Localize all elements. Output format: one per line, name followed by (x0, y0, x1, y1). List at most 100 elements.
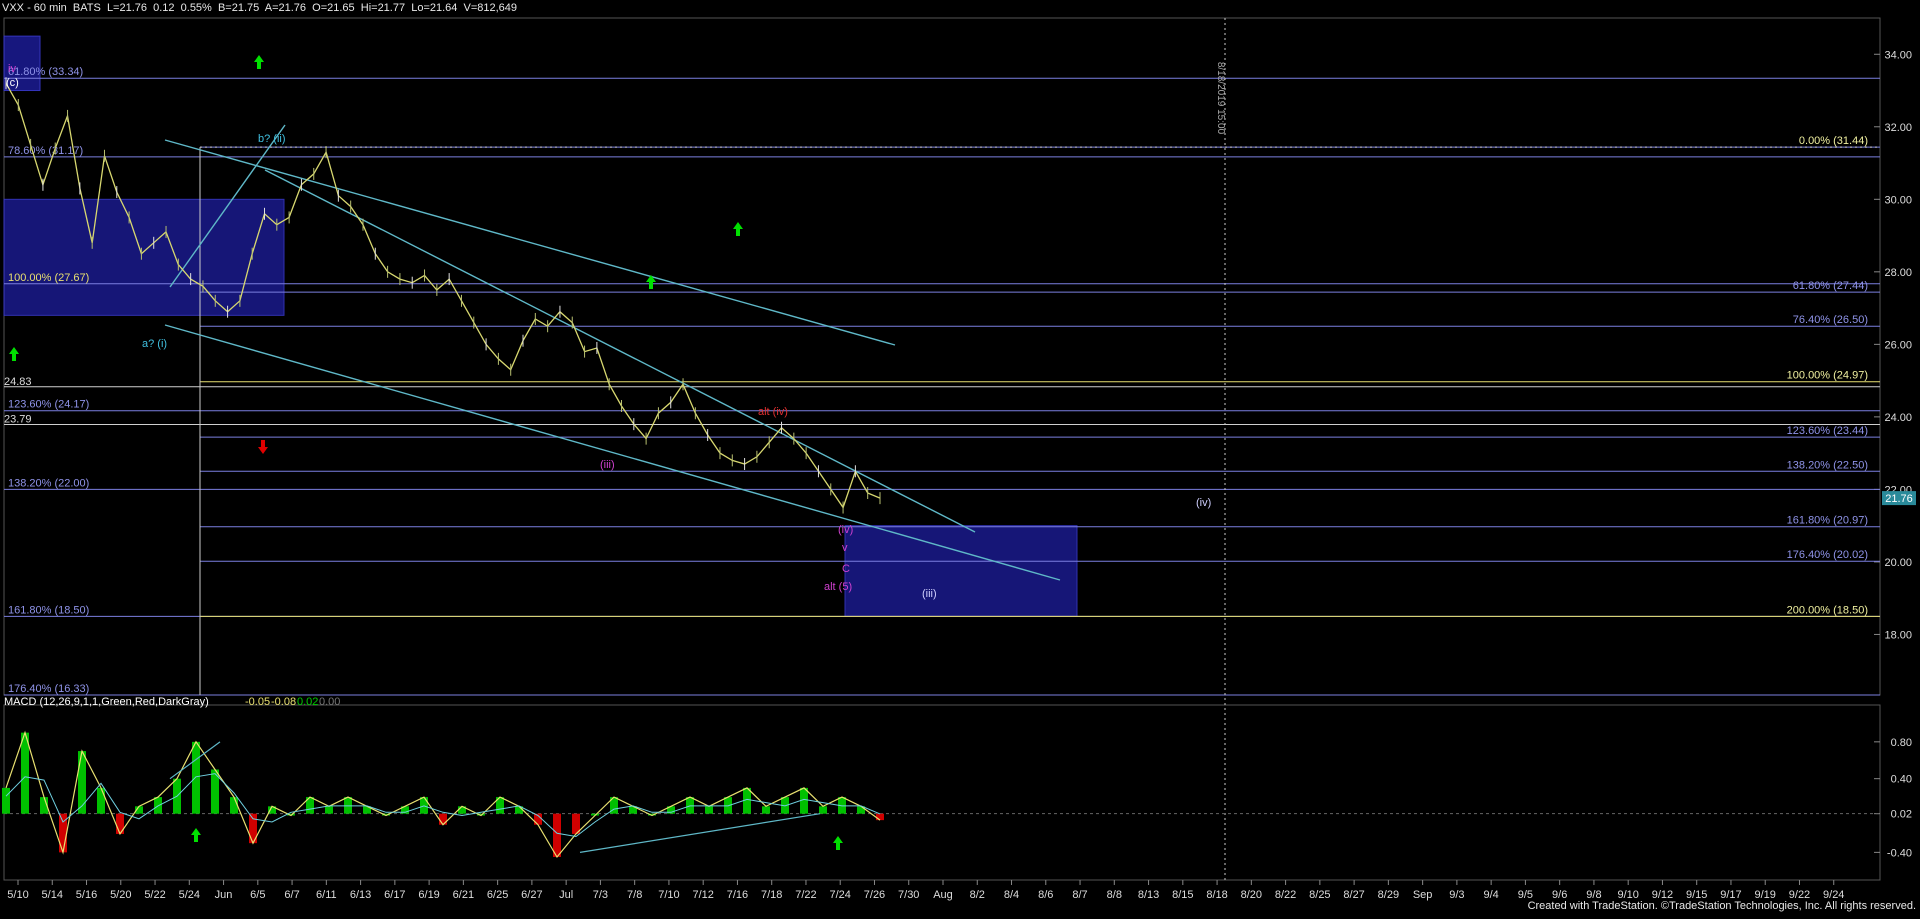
wave-label: iv (8, 63, 16, 75)
down-arrow-icon (258, 440, 268, 454)
fib-label-left: 78.60% (31.17) (8, 145, 83, 157)
fib-label-left: 138.20% (22.00) (8, 477, 89, 489)
wave-label: (c) (6, 77, 19, 89)
wave-label: alt (iv) (758, 406, 788, 418)
fib-label-right: 161.80% (20.97) (1787, 515, 1868, 527)
y-tick-label: 30.00 (1884, 194, 1912, 206)
y-tick-label: 18.00 (1884, 629, 1912, 641)
x-tick-label: 7/12 (692, 889, 713, 901)
x-tick-label: 8/20 (1241, 889, 1262, 901)
x-tick-label: 6/5 (250, 889, 265, 901)
x-tick-label: 8/6 (1038, 889, 1053, 901)
up-arrow-icon (733, 222, 743, 236)
x-tick-label: Jun (215, 889, 233, 901)
wave-label: (iv) (1196, 497, 1211, 509)
chart-area: 5/10 5/14 5/16 5/20 5/22 5/24 Jun 6/5 6/7 6/11 6/1… (0, 0, 1920, 914)
up-arrow-icon (191, 828, 201, 842)
x-tick-label: 6/11 (316, 889, 337, 901)
wave-label: v (842, 542, 848, 554)
footer-credit: Created with TradeStation. ©TradeStation… (1527, 900, 1916, 912)
up-arrow-icon (254, 55, 264, 69)
x-tick-label: 7/26 (864, 889, 885, 901)
x-tick-label: 5/14 (42, 889, 63, 901)
fib-label-right: 200.00% (18.50) (1787, 604, 1868, 616)
x-tick-label: 8/25 (1309, 889, 1330, 901)
x-tick-label: 8/18 (1206, 889, 1227, 901)
macd-histogram-bar (876, 813, 884, 821)
x-tick-label: 5/22 (144, 889, 165, 901)
x-tick-label: 7/3 (593, 889, 608, 901)
x-tick-label: 8/22 (1275, 889, 1296, 901)
x-tick-label: 7/30 (898, 889, 919, 901)
fib-label-left: 176.40% (16.33) (8, 683, 89, 695)
wave-label: (iv) (838, 524, 853, 536)
x-tick-label: 5/20 (110, 889, 131, 901)
y-tick-label: 26.00 (1884, 339, 1912, 351)
macd-histogram-bar (116, 813, 124, 834)
x-tick-label: 7/24 (830, 889, 851, 901)
target-zone-left (3, 198, 285, 316)
y-tick-label: 24.00 (1884, 412, 1912, 424)
macd-y-tick-label: 0.02 (1891, 809, 1912, 821)
fib-label-right: 176.40% (20.02) (1787, 549, 1868, 561)
macd-value-1: -0.05 (245, 696, 270, 708)
x-tick-label: 5/16 (76, 889, 97, 901)
x-tick-label: 7/10 (658, 889, 679, 901)
x-tick-label: 8/7 (1072, 889, 1087, 901)
macd-title: MACD (12,26,9,1,1,Green,Red,DarkGray) (4, 696, 209, 708)
vertical-marker-label: 8/18/2019 15:00 (1215, 62, 1226, 135)
wave-label: b? (ii) (258, 133, 286, 145)
x-tick-label: Jul (559, 889, 573, 901)
x-tick-label: 9/4 (1483, 889, 1498, 901)
x-tick-label: 8/2 (970, 889, 985, 901)
last-price-label: 21.76 (1885, 493, 1913, 505)
macd-histogram-bar (553, 813, 561, 857)
macd-histogram-bar (192, 741, 200, 814)
macd-y-tick-label: 0.40 (1891, 774, 1912, 786)
x-tick-label: 6/19 (418, 889, 439, 901)
wave-label: a? (i) (142, 338, 167, 350)
x-tick-label: 6/7 (284, 889, 299, 901)
x-tick-label: 6/27 (521, 889, 542, 901)
x-tick-label: 6/25 (487, 889, 508, 901)
wave-label: C (842, 563, 850, 575)
macd-histogram-bar (762, 806, 770, 814)
macd-trend-line (579, 813, 821, 853)
y-tick-label: 28.00 (1884, 267, 1912, 279)
y-tick-label: 34.00 (1884, 49, 1912, 61)
wave-label: (iii) (922, 588, 937, 600)
x-tick-label: 7/22 (795, 889, 816, 901)
fib-label-left: 123.60% (24.17) (8, 399, 89, 411)
x-tick-label: 8/15 (1172, 889, 1193, 901)
macd-panel-frame (3, 704, 1881, 881)
x-tick-label: Sep (1413, 889, 1433, 901)
x-tick-label: 8/8 (1107, 889, 1122, 901)
up-arrow-icon (833, 836, 843, 850)
macd-histogram-bar (78, 751, 86, 814)
x-tick-label: Aug (933, 889, 953, 901)
macd-value-4: 0.00 (319, 696, 340, 708)
x-tick-label: 8/4 (1004, 889, 1019, 901)
up-arrow-icon (9, 347, 19, 361)
macd-histogram-bar (2, 787, 10, 814)
x-tick-label: 6/13 (350, 889, 371, 901)
macd-value-3: 0.02 (297, 696, 318, 708)
macd-histogram-bar (705, 806, 713, 814)
y-tick-label: 32.00 (1884, 122, 1912, 134)
macd-value-2: -0.08 (271, 696, 296, 708)
level-label: 24.83 (4, 376, 32, 388)
fib-label-left: 61.80% (33.34) (8, 66, 83, 78)
macd-histogram-bar (819, 806, 827, 814)
fib-label-right: 0.00% (31.44) (1799, 135, 1868, 147)
x-tick-label: 5/10 (7, 889, 28, 901)
chart-svg: 5/10 5/14 5/16 5/20 5/22 5/24 Jun 6/5 6/7 6/11 6/1… (2, 17, 1916, 901)
x-tick-label: 7/18 (761, 889, 782, 901)
x-tick-label: 8/27 (1343, 889, 1364, 901)
macd-histogram-bar (344, 797, 352, 814)
fib-label-right: 76.40% (26.50) (1793, 314, 1868, 326)
channel-line (164, 324, 1061, 581)
macd-y-tick-label: -0.40 (1887, 847, 1912, 859)
fib-label-right: 123.60% (23.44) (1787, 425, 1868, 437)
fib-label-right: 61.80% (27.44) (1793, 280, 1868, 292)
x-tick-label: 7/16 (727, 889, 748, 901)
